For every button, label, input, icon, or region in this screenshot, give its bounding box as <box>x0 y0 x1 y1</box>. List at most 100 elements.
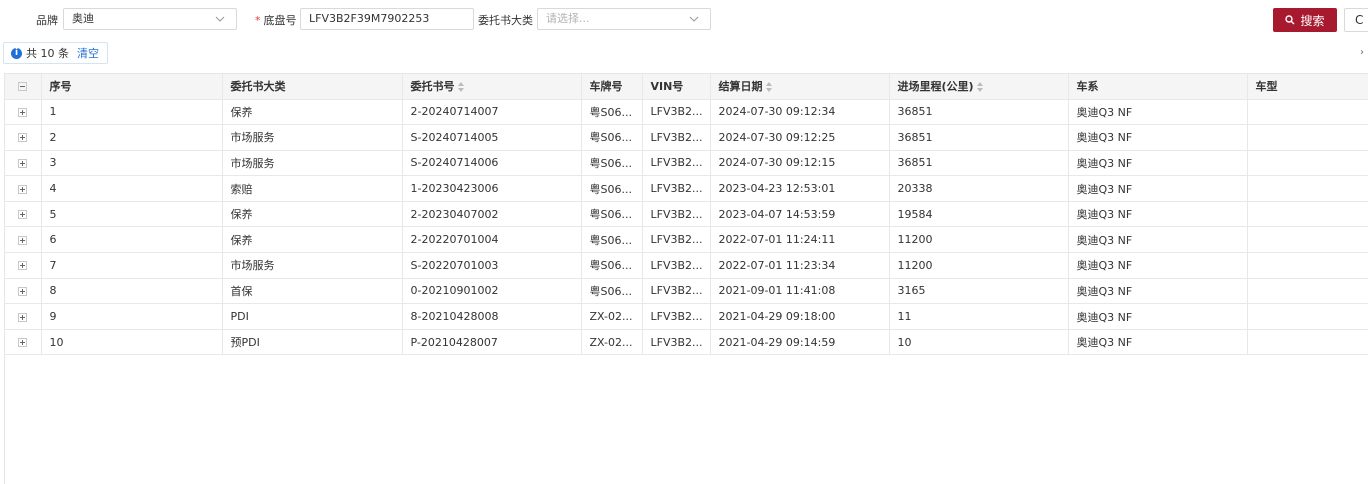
chassis-value: LFV3B2F39M7902253 <box>309 12 430 25</box>
row-expand-toggle[interactable] <box>5 175 42 202</box>
cell-index: 4 <box>41 175 223 202</box>
cell-vin: LFV3B2... <box>642 150 711 177</box>
col-mileage[interactable]: 进场里程(公里) <box>889 74 1069 100</box>
table-row[interactable]: 6 保养 2-20220701004 粤S06... LFV3B2... 2022-07-… <box>5 226 1368 254</box>
cell-index: 5 <box>41 201 223 228</box>
row-expand-toggle[interactable] <box>5 303 42 330</box>
cell-model <box>1247 226 1368 254</box>
sort-icon[interactable] <box>976 82 983 93</box>
expand-icon <box>18 338 28 348</box>
cell-order-no: 2-20230407002 <box>402 201 582 228</box>
category-placeholder: 请选择... <box>546 12 590 25</box>
table-row[interactable]: 10 预PDI P-20210428007 ZX-02... LFV3B2... 2021… <box>5 329 1368 356</box>
chevron-down-icon <box>215 16 225 22</box>
cell-plate: 粤S06... <box>581 252 643 279</box>
table-row[interactable]: 3 市场服务 S-20240714006 粤S06... LFV3B2... 2024-0… <box>5 150 1368 177</box>
col-order-no-label: 委托书号 <box>410 80 455 94</box>
row-expand-toggle[interactable] <box>5 201 42 228</box>
chevron-down-icon <box>689 16 699 22</box>
cell-index: 1 <box>41 99 223 126</box>
cell-settle-date: 2021-09-01 11:41:08 <box>710 278 890 305</box>
chassis-input[interactable]: LFV3B2F39M7902253 <box>300 8 474 30</box>
cell-series: 奥迪Q3 NF <box>1068 175 1248 202</box>
cell-index: 8 <box>41 278 223 305</box>
table-row[interactable]: 7 市场服务 S-20220701003 粤S06... LFV3B2... 2022-0… <box>5 252 1368 279</box>
cell-settle-date: 2022-07-01 11:24:11 <box>710 226 890 254</box>
cell-vin: LFV3B2... <box>642 252 711 279</box>
reset-button[interactable]: C <box>1344 8 1368 32</box>
search-button[interactable]: 搜索 <box>1273 8 1337 32</box>
cell-mileage: 20338 <box>889 175 1069 202</box>
col-index: 序号 <box>41 74 223 100</box>
cell-plate: ZX-02... <box>581 303 643 330</box>
cell-category: 市场服务 <box>222 252 403 279</box>
cell-plate: 粤S06... <box>581 278 643 305</box>
cell-vin: LFV3B2... <box>642 278 711 305</box>
col-plate: 车牌号 <box>581 74 643 100</box>
cell-category: 保养 <box>222 99 403 126</box>
row-expand-toggle[interactable] <box>5 252 42 279</box>
cell-model <box>1247 252 1368 279</box>
category-label: 委托书大类 <box>478 14 533 27</box>
cell-plate: 粤S06... <box>581 150 643 177</box>
cell-model <box>1247 150 1368 177</box>
cell-series: 奥迪Q3 NF <box>1068 150 1248 177</box>
cell-series: 奥迪Q3 NF <box>1068 329 1248 356</box>
cell-order-no: 8-20210428008 <box>402 303 582 330</box>
row-expand-toggle[interactable] <box>5 99 42 126</box>
cell-series: 奥迪Q3 NF <box>1068 226 1248 254</box>
sort-icon[interactable] <box>457 82 464 93</box>
table-row[interactable]: 4 索赔 1-20230423006 粤S06... LFV3B2... 2023-04-… <box>5 175 1368 202</box>
cell-settle-date: 2024-07-30 09:12:34 <box>710 99 890 126</box>
cell-vin: LFV3B2... <box>642 99 711 126</box>
cell-plate: 粤S06... <box>581 226 643 254</box>
cell-vin: LFV3B2... <box>642 329 711 356</box>
cell-series: 奥迪Q3 NF <box>1068 303 1248 330</box>
cell-plate: ZX-02... <box>581 329 643 356</box>
search-icon <box>1285 15 1295 25</box>
cell-settle-date: 2024-07-30 09:12:25 <box>710 124 890 151</box>
cell-order-no: 2-20220701004 <box>402 226 582 254</box>
cell-model <box>1247 201 1368 228</box>
cell-vin: LFV3B2... <box>642 175 711 202</box>
table-row[interactable]: 5 保养 2-20230407002 粤S06... LFV3B2... 2023-04-… <box>5 201 1368 228</box>
table-row[interactable]: 1 保养 2-20240714007 粤S06... LFV3B2... 2024-07-… <box>5 99 1368 126</box>
expand-all-toggle[interactable] <box>5 74 42 100</box>
cell-index: 3 <box>41 150 223 177</box>
cell-settle-date: 2023-04-07 14:53:59 <box>710 201 890 228</box>
search-button-label: 搜索 <box>1300 13 1325 28</box>
row-expand-toggle[interactable] <box>5 124 42 151</box>
cell-settle-date: 2023-04-23 12:53:01 <box>710 175 890 202</box>
cell-vin: LFV3B2... <box>642 124 711 151</box>
row-expand-toggle[interactable] <box>5 150 42 177</box>
cell-index: 6 <box>41 226 223 254</box>
table-row[interactable]: 8 首保 0-20210901002 粤S06... LFV3B2... 2021-09-… <box>5 278 1368 305</box>
expand-icon <box>18 261 28 271</box>
required-mark: * <box>255 14 261 27</box>
collapse-icon[interactable]: › <box>1360 47 1364 58</box>
cell-model <box>1247 278 1368 305</box>
category-select[interactable]: 请选择... <box>537 8 711 30</box>
col-order-no[interactable]: 委托书号 <box>402 74 582 100</box>
sort-icon[interactable] <box>765 82 772 93</box>
cell-order-no: P-20210428007 <box>402 329 582 356</box>
cell-category: 预PDI <box>222 329 403 356</box>
expand-icon <box>18 158 28 168</box>
row-expand-toggle[interactable] <box>5 329 42 356</box>
row-expand-toggle[interactable] <box>5 278 42 305</box>
col-settle-date[interactable]: 结算日期 <box>710 74 890 100</box>
cell-plate: 粤S06... <box>581 201 643 228</box>
cell-mileage: 36851 <box>889 150 1069 177</box>
brand-label: 品牌 <box>36 14 58 27</box>
table-row[interactable]: 9 PDI 8-20210428008 ZX-02... LFV3B2... 2021-0… <box>5 303 1368 330</box>
cell-mileage: 10 <box>889 329 1069 356</box>
cell-category: 保养 <box>222 201 403 228</box>
clear-link[interactable]: 清空 <box>77 45 99 61</box>
cell-plate: 粤S06... <box>581 175 643 202</box>
table-row[interactable]: 2 市场服务 S-20240714005 粤S06... LFV3B2... 2024-0… <box>5 124 1368 151</box>
row-expand-toggle[interactable] <box>5 226 42 254</box>
cell-model <box>1247 175 1368 202</box>
brand-select[interactable]: 奥迪 <box>63 8 237 30</box>
cell-series: 奥迪Q3 NF <box>1068 124 1248 151</box>
cell-index: 9 <box>41 303 223 330</box>
